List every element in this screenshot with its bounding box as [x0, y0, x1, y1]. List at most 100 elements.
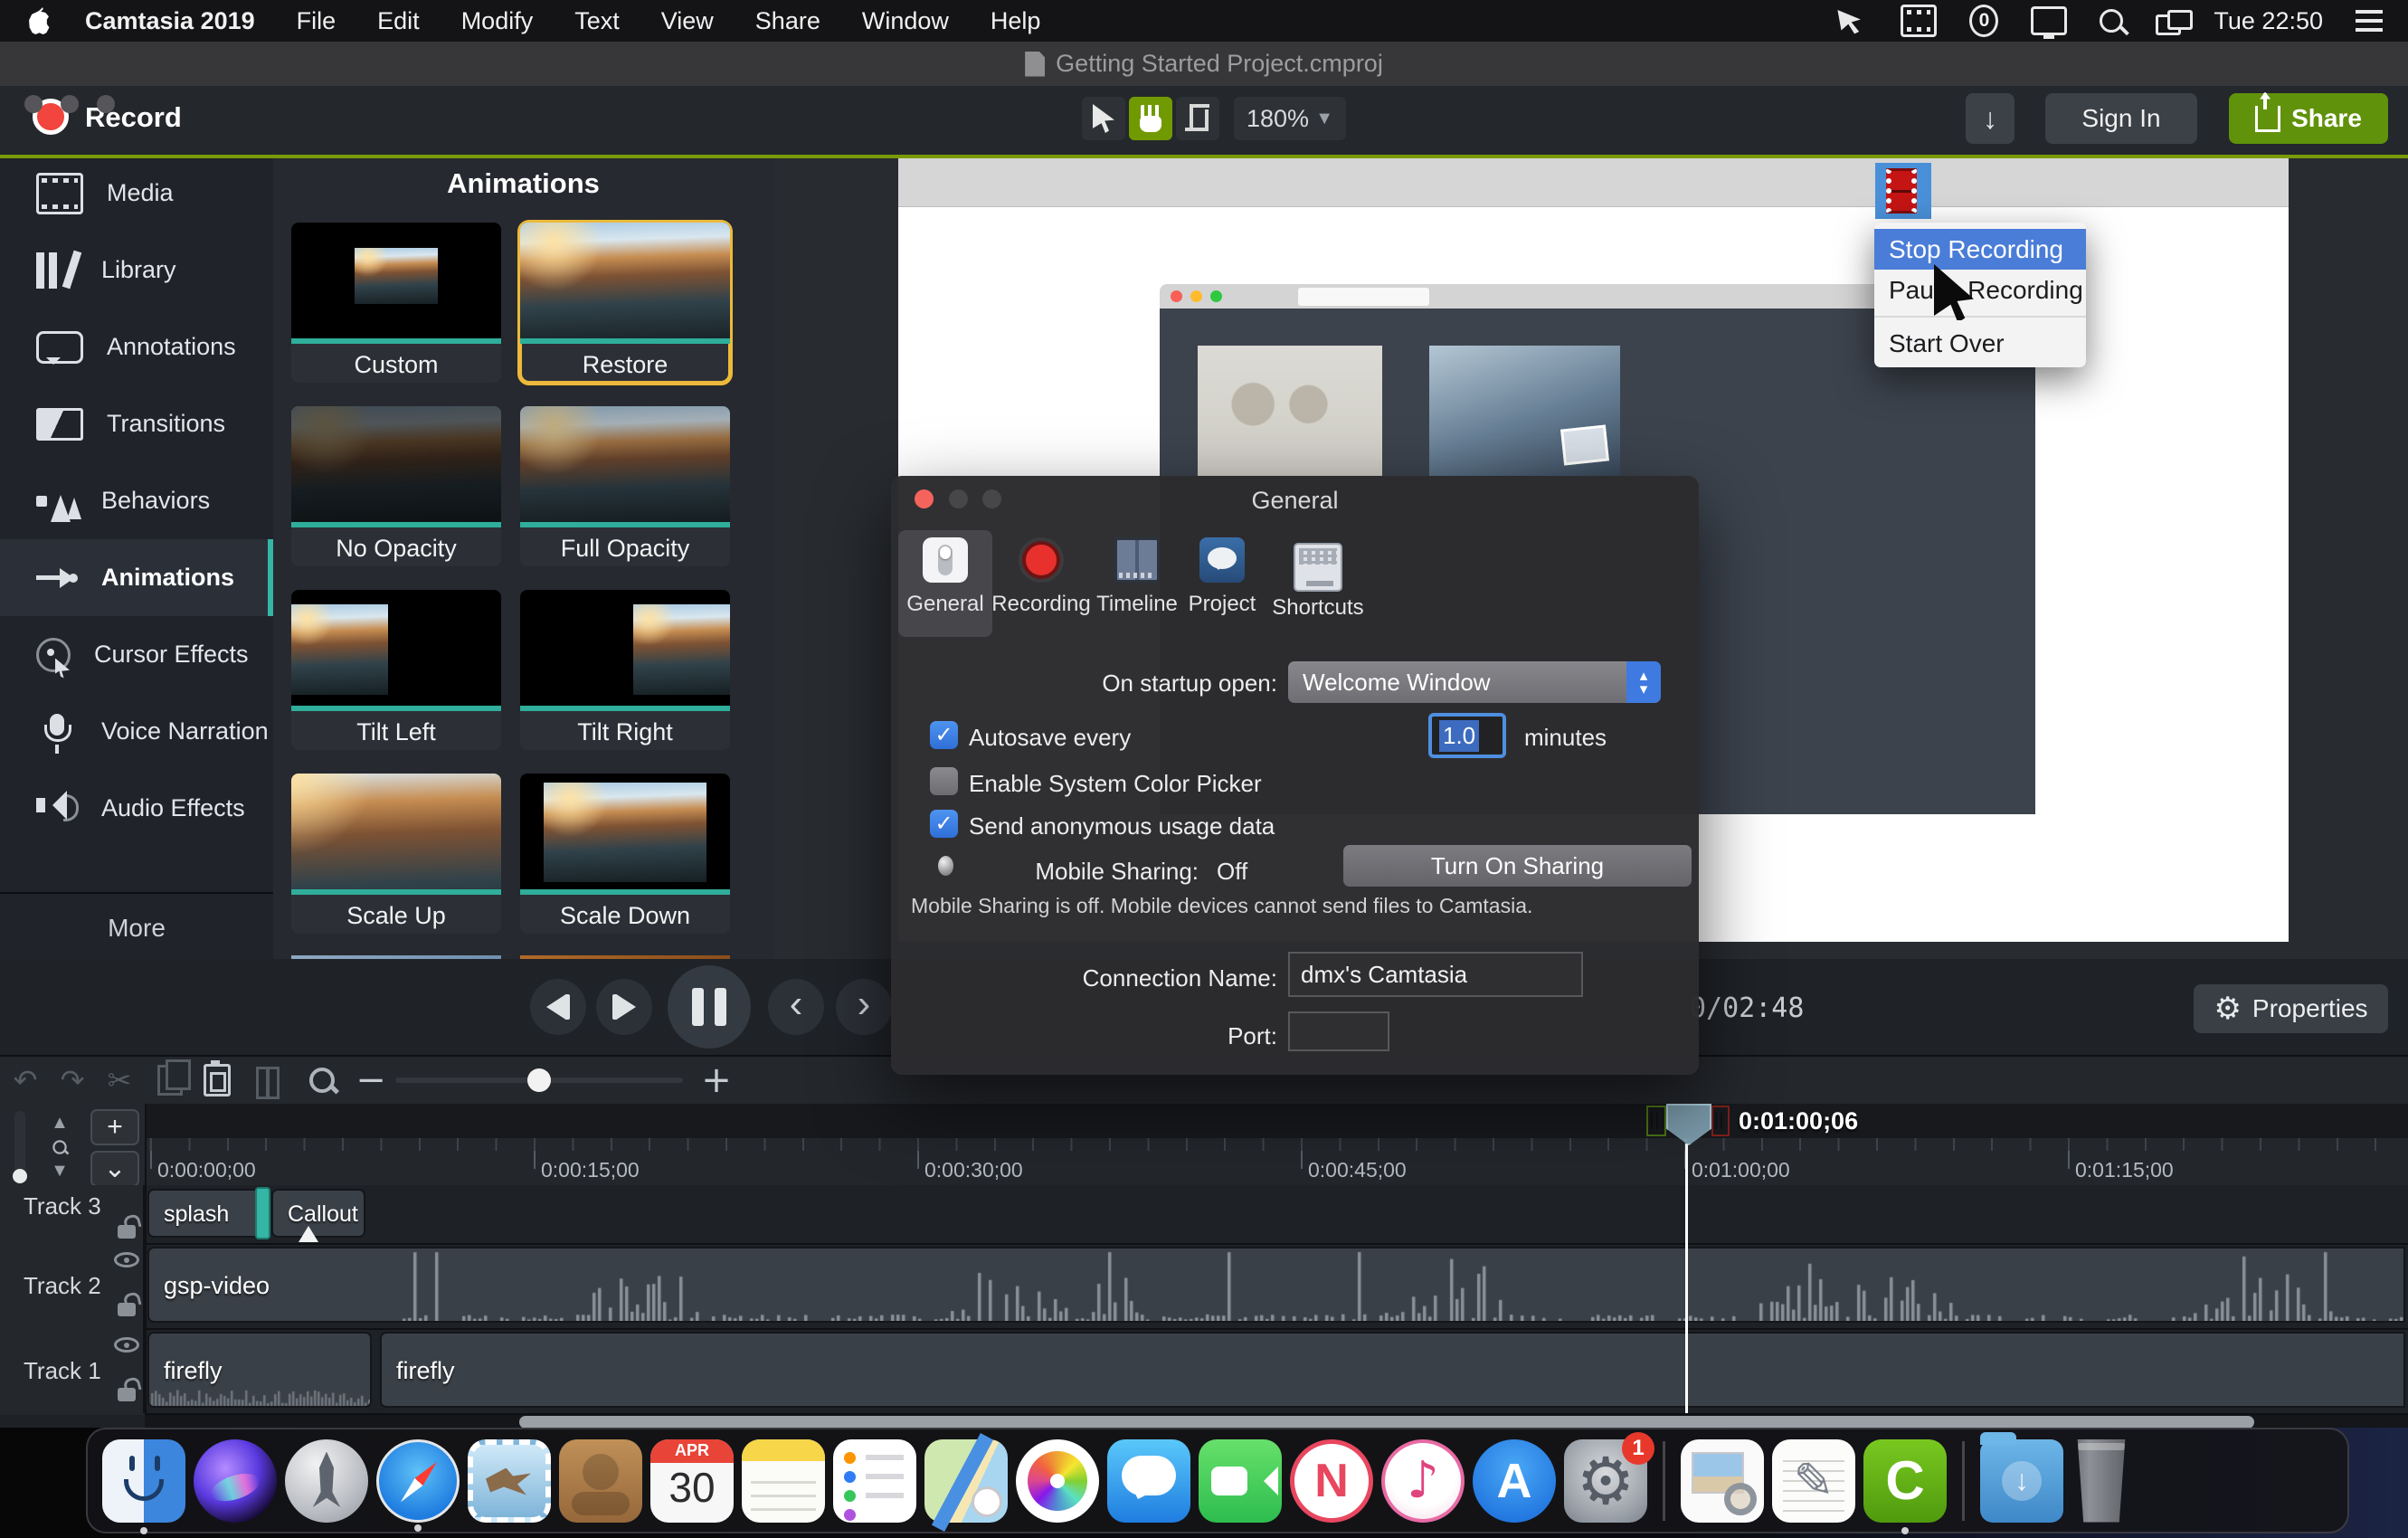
window-minimize-button[interactable] — [61, 95, 79, 113]
tab-shortcuts[interactable]: Shortcuts — [1271, 530, 1365, 637]
timeline-scrub-strip[interactable] — [145, 1104, 2408, 1138]
pause-button[interactable] — [668, 965, 751, 1049]
dock-downloads-icon[interactable]: ↓ — [1980, 1439, 2063, 1523]
playhead-line[interactable] — [1685, 1144, 1688, 1413]
animation-card-tilt-right[interactable]: Tilt Right — [520, 590, 730, 750]
hscrollbar-thumb[interactable] — [519, 1416, 2254, 1429]
dock-facetime-icon[interactable] — [1199, 1439, 1282, 1523]
sidebar-more-button[interactable]: More — [0, 892, 273, 963]
animation-card-scale-down[interactable]: Scale Down — [520, 774, 730, 934]
menu-help[interactable]: Help — [991, 7, 1041, 35]
previous-frame-button[interactable] — [530, 979, 586, 1035]
status-cursor-icon[interactable] — [1837, 7, 1868, 34]
dock-notes-icon[interactable] — [742, 1439, 825, 1523]
sidebar-item-voice-narration[interactable]: Voice Narration — [0, 693, 273, 770]
dock-appstore-icon[interactable]: A — [1473, 1439, 1556, 1523]
tab-timeline[interactable]: Timeline — [1090, 530, 1184, 637]
undo-button[interactable]: ↶ — [7, 1062, 43, 1098]
menu-app-name[interactable]: Camtasia 2019 — [85, 7, 255, 35]
menu-item-stop-recording[interactable]: Stop Recording — [1874, 229, 2086, 270]
animation-arrow-icon[interactable] — [299, 1216, 318, 1242]
dock-itunes-icon[interactable]: ♪ — [1381, 1439, 1465, 1523]
dock-reminders-icon[interactable] — [833, 1439, 916, 1523]
dock-maps-icon[interactable] — [924, 1439, 1008, 1523]
window-close-button[interactable] — [24, 95, 43, 113]
animation-card-custom[interactable]: Custom — [291, 223, 501, 383]
paste-button[interactable] — [199, 1062, 235, 1098]
turn-on-sharing-button[interactable]: Turn On Sharing — [1343, 845, 1692, 887]
eye-icon[interactable] — [114, 1337, 139, 1353]
share-button[interactable]: Share — [2229, 93, 2388, 144]
zoom-in-button[interactable]: + — [698, 1062, 735, 1098]
dock-mail-icon[interactable] — [468, 1439, 551, 1523]
next-frame-button[interactable] — [596, 979, 652, 1035]
menu-item-pause-recording[interactable]: Pause Recording — [1874, 270, 2086, 310]
animation-card-scale-up[interactable]: Scale Up — [291, 774, 501, 934]
sidebar-item-audio-effects[interactable]: Audio Effects — [0, 770, 273, 847]
menu-view[interactable]: View — [661, 7, 714, 35]
animation-card-tilt-left[interactable]: Tilt Left — [291, 590, 501, 750]
dock-messages-icon[interactable] — [1107, 1439, 1190, 1523]
menu-text[interactable]: Text — [574, 7, 620, 35]
lock-icon[interactable] — [118, 1388, 136, 1401]
dock-safari-icon[interactable] — [376, 1439, 460, 1523]
menu-edit[interactable]: Edit — [377, 7, 420, 35]
dock-news-icon[interactable]: N — [1290, 1439, 1373, 1523]
properties-button[interactable]: ⚙ Properties — [2194, 984, 2388, 1033]
dock-finder-icon[interactable] — [102, 1439, 185, 1523]
track-zoom-arrows[interactable]: ▲▼ — [51, 1113, 69, 1182]
dock-camtasia-icon[interactable]: C — [1863, 1439, 1947, 1523]
sidebar-item-cursor-effects[interactable]: Cursor Effects — [0, 616, 273, 693]
usage-data-checkbox[interactable]: ✓ — [930, 810, 958, 838]
zoom-out-button[interactable]: − — [353, 1062, 389, 1098]
sidebar-item-media[interactable]: Media — [0, 155, 273, 232]
sidebar-item-behaviors[interactable]: Behaviors — [0, 462, 273, 539]
dock-launchpad-icon[interactable] — [285, 1439, 368, 1523]
eye-icon[interactable] — [114, 1252, 139, 1267]
sidebar-item-transitions[interactable]: Transitions — [0, 385, 273, 462]
redo-button[interactable]: ↷ — [54, 1062, 90, 1098]
lock-icon[interactable] — [118, 1303, 136, 1316]
startup-popup[interactable]: Welcome Window ▴▾ — [1288, 661, 1661, 703]
copy-button[interactable] — [152, 1062, 188, 1098]
dock-photos-icon[interactable] — [1016, 1439, 1099, 1523]
select-tool-button[interactable] — [1082, 97, 1125, 140]
add-track-button[interactable]: + — [90, 1109, 139, 1145]
canvas-zoom-dropdown[interactable]: 180% ▼ — [1234, 97, 1346, 140]
menu-share[interactable]: Share — [755, 7, 820, 35]
dock-textedit-icon[interactable]: ✎ — [1772, 1439, 1855, 1523]
transition-marker[interactable] — [255, 1187, 270, 1239]
animation-card-restore[interactable]: Restore — [520, 223, 730, 383]
clip-gsp-video[interactable]: gsp-video — [147, 1247, 2405, 1323]
color-picker-checkbox[interactable] — [930, 767, 958, 795]
track-height-slider[interactable] — [14, 1111, 25, 1180]
clip-splash[interactable]: splash — [147, 1189, 262, 1238]
menu-modify[interactable]: Modify — [461, 7, 534, 35]
pan-tool-button[interactable] — [1129, 97, 1172, 140]
sign-in-button[interactable]: Sign In — [2045, 93, 2197, 144]
playhead-out-handle[interactable] — [1711, 1106, 1730, 1136]
track-options-button[interactable]: ⌄ — [90, 1151, 139, 1187]
dock-siri-icon[interactable] — [194, 1439, 277, 1523]
timeline-ruler[interactable]: 0:00:00;00 0:00:15;00 0:00:30;00 0:00:45… — [145, 1138, 2408, 1185]
selected-recording-clip[interactable] — [1875, 163, 1931, 219]
playhead-in-handle[interactable] — [1646, 1106, 1666, 1136]
sidebar-item-annotations[interactable]: Annotations — [0, 309, 273, 385]
autosave-value-field[interactable]: 1.0 — [1428, 713, 1506, 758]
download-button[interactable]: ↓ — [1966, 93, 2015, 144]
status-displays-icon[interactable] — [2156, 14, 2181, 35]
dock-trash-icon[interactable] — [2071, 1439, 2131, 1523]
crop-tool-button[interactable] — [1176, 97, 1219, 140]
clip-firefly-2[interactable]: firefly — [380, 1332, 2405, 1408]
connection-name-field[interactable]: dmx's Camtasia — [1288, 952, 1583, 997]
tab-project[interactable]: Project — [1175, 530, 1269, 637]
cut-button[interactable]: ✂ — [101, 1062, 137, 1098]
menu-item-start-over[interactable]: Start Over — [1874, 323, 2086, 364]
port-field[interactable] — [1288, 1011, 1389, 1051]
timeline-zoom-slider[interactable] — [395, 1078, 683, 1083]
jump-forward-button[interactable]: › — [836, 979, 892, 1035]
spotlight-search-icon[interactable] — [2100, 9, 2123, 33]
menubar-clock[interactable]: Tue 22:50 — [2214, 7, 2323, 35]
status-filmstrip-icon[interactable] — [1901, 5, 1937, 37]
jump-back-button[interactable]: ‹ — [768, 979, 824, 1035]
